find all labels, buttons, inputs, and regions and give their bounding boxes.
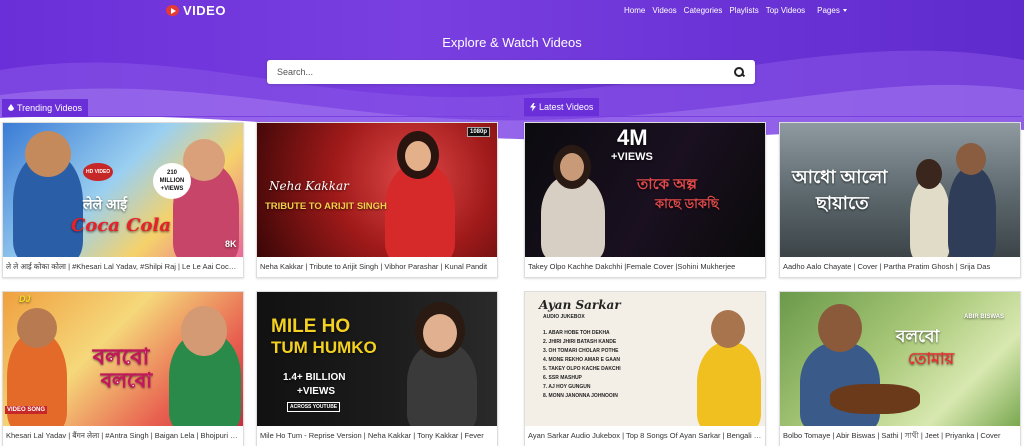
video-title[interactable]: Ayan Sarkar Audio Jukebox | Top 8 Songs … [525,426,765,446]
thumbnail-hair [916,159,942,189]
hero-title: Explore & Watch Videos [442,35,582,50]
latest-section-header: Latest Videos [524,98,1022,117]
nav-menu: Home Videos Categories Playlists Top Vid… [624,6,854,15]
tracklist-item: 6. SSR MASHUP [543,375,582,381]
thumbnail-face [560,153,584,181]
video-card[interactable]: 4M +VIEWS তাকে অল্প কাছে ডাকছি Takey Olp… [524,122,766,278]
video-thumbnail[interactable]: लेले आई Coca Cola 210 MILLION +VIEWS HD … [3,123,243,257]
video-title[interactable]: Bolbo Tomaye | Abir Biswas | Sathi | সাথ… [780,426,1020,446]
nav-item-top-videos[interactable]: Top Videos [766,6,805,15]
thumbnail-face [956,143,986,175]
tracklist-item: 4. MONE REKHO AMAR E GAAN [543,357,621,363]
tracklist-item: 8. MONN JANONNA JOHNOOIN [543,393,618,399]
tracklist-item: 2. JHIRI JHIRI BATASH KANDE [543,339,617,345]
video-thumbnail[interactable]: আধো আলো ছায়াতে [780,123,1020,257]
video-title[interactable]: Takey Olpo Kachhe Dakchhi |Female Cover … [525,257,765,277]
nav-item-pages-dropdown[interactable]: Pages [817,6,847,15]
thumbnail-caption: Neha Kakkar [269,179,349,193]
video-thumbnail[interactable]: বলবো বলবো DJ VIDEO SONG [3,292,243,426]
nav-item-playlists[interactable]: Playlists [729,6,758,15]
views-count: 4M [617,125,648,150]
trending-label: Trending Videos [17,102,83,113]
fire-icon [8,104,14,111]
latest-label: Latest Videos [539,102,594,112]
thumbnail-caption: MILE HO [271,316,351,337]
views-label: +VIEWS [611,151,653,163]
video-card[interactable]: लेले आई Coca Cola 210 MILLION +VIEWS HD … [2,122,244,278]
video-title[interactable]: ले ले आई कोका कोला | #Khesari Lal Yadav,… [3,257,243,277]
tracklist-item: 1. ABAR HOBE TOH DEKHA [543,330,610,336]
views-badge: 210 MILLION +VIEWS [153,163,191,199]
nav-item-categories[interactable]: Categories [684,6,723,15]
video-thumbnail[interactable]: Neha Kakkar TRIBUTE TO ARIJIT SINGH 1080… [257,123,497,257]
search-input[interactable] [277,67,734,77]
nav-item-videos[interactable]: Videos [652,6,676,15]
thumbnail-caption: लेले आई [83,196,128,212]
bolt-icon [530,102,536,112]
resolution-badge: 8K [225,239,237,249]
video-title[interactable]: Khesari Lal Yadav | बैंगन लेला | #Antra … [3,426,243,446]
views-badge: 1.4+ BILLION [283,372,346,383]
thumbnail-caption: কাছে ডাকছি [655,196,719,211]
dj-badge: DJ [19,294,31,304]
thumbnail-caption: ছায়াতে [816,193,869,213]
video-card[interactable]: Neha Kakkar TRIBUTE TO ARIJIT SINGH 1080… [256,122,498,278]
thumbnail-face [711,310,745,348]
top-navbar: VIDEO Home Videos Categories Playlists T… [0,0,1024,22]
latest-badge[interactable]: Latest Videos [524,98,600,116]
thumbnail-caption: AUDIO JUKEBOX [543,314,585,320]
thumbnail-caption: Coca Cola [71,215,172,236]
resolution-badge: 1080p [467,127,491,137]
video-song-badge: VIDEO SONG [5,406,48,414]
tracklist-item: 7. AJ HOY GUNGUN [543,384,591,390]
brand-logo[interactable]: VIDEO [166,3,226,18]
video-thumbnail[interactable]: MILE HO TUM HUMKO 1.4+ BILLION +VIEWS AC… [257,292,497,426]
artist-label: ABIR BISWAS [964,314,1005,320]
video-card[interactable]: Ayan Sarkar AUDIO JUKEBOX 1. ABAR HOBE T… [524,291,766,446]
thumbnail-figure [948,167,996,257]
thumbnail-face [181,306,227,356]
thumbnail-caption: TRIBUTE TO ARIJIT SINGH [265,201,387,212]
tracklist-item: 5. TAKEY OLPO KACHE DAKCHI [543,366,621,372]
tracklist-item: 3. OH TOMARI CHOLAR POTHE [543,348,619,354]
search-icon[interactable] [734,66,745,78]
thumbnail-figure [910,179,950,257]
video-title[interactable]: Mile Ho Tum - Reprise Version | Neha Kak… [257,426,497,446]
play-circle-icon [166,5,179,16]
video-card[interactable]: আধো আলো ছায়াতে Aadho Aalo Chayate | Cov… [779,122,1021,278]
thumbnail-face [25,131,71,177]
chevron-down-icon [842,9,847,13]
views-label: +VIEWS [297,386,336,397]
video-thumbnail[interactable]: 4M +VIEWS তাকে অল্প কাছে ডাকছি [525,123,765,257]
thumbnail-face [423,314,457,352]
trending-badge[interactable]: Trending Videos [2,98,89,117]
thumbnail-face [17,308,57,348]
video-title[interactable]: Aadho Aalo Chayate | Cover | Partha Prat… [780,257,1020,277]
trending-section-header: Trending Videos [2,98,510,117]
thumbnail-caption: বলবো [101,370,153,393]
thumbnail-face [818,304,862,352]
across-youtube-label: ACROSS YOUTUBE [287,402,341,412]
thumbnail-caption: TUM HUMKO [271,338,377,357]
nav-item-home[interactable]: Home [624,6,645,15]
video-card[interactable]: বলবো বলবো DJ VIDEO SONG Khesari Lal Yada… [2,291,244,446]
thumbnail-caption: Ayan Sarkar [539,298,621,312]
thumbnail-face [405,141,431,171]
video-card[interactable]: MILE HO TUM HUMKO 1.4+ BILLION +VIEWS AC… [256,291,498,446]
thumbnail-caption: তোমায় [908,351,955,368]
search-bar [267,60,755,84]
video-card[interactable]: বলবো তোমায় ABIR BISWAS Bolbo Tomaye | A… [779,291,1021,446]
video-title[interactable]: Neha Kakkar | Tribute to Arijit Singh | … [257,257,497,277]
thumbnail-figure [697,342,761,426]
guitar [830,384,920,414]
brand-name: VIDEO [183,3,226,18]
hd-badge: HD VIDEO [83,163,114,181]
video-thumbnail[interactable]: Ayan Sarkar AUDIO JUKEBOX 1. ABAR HOBE T… [525,292,765,426]
video-thumbnail[interactable]: বলবো তোমায় ABIR BISWAS [780,292,1020,426]
pages-label: Pages [817,6,840,15]
